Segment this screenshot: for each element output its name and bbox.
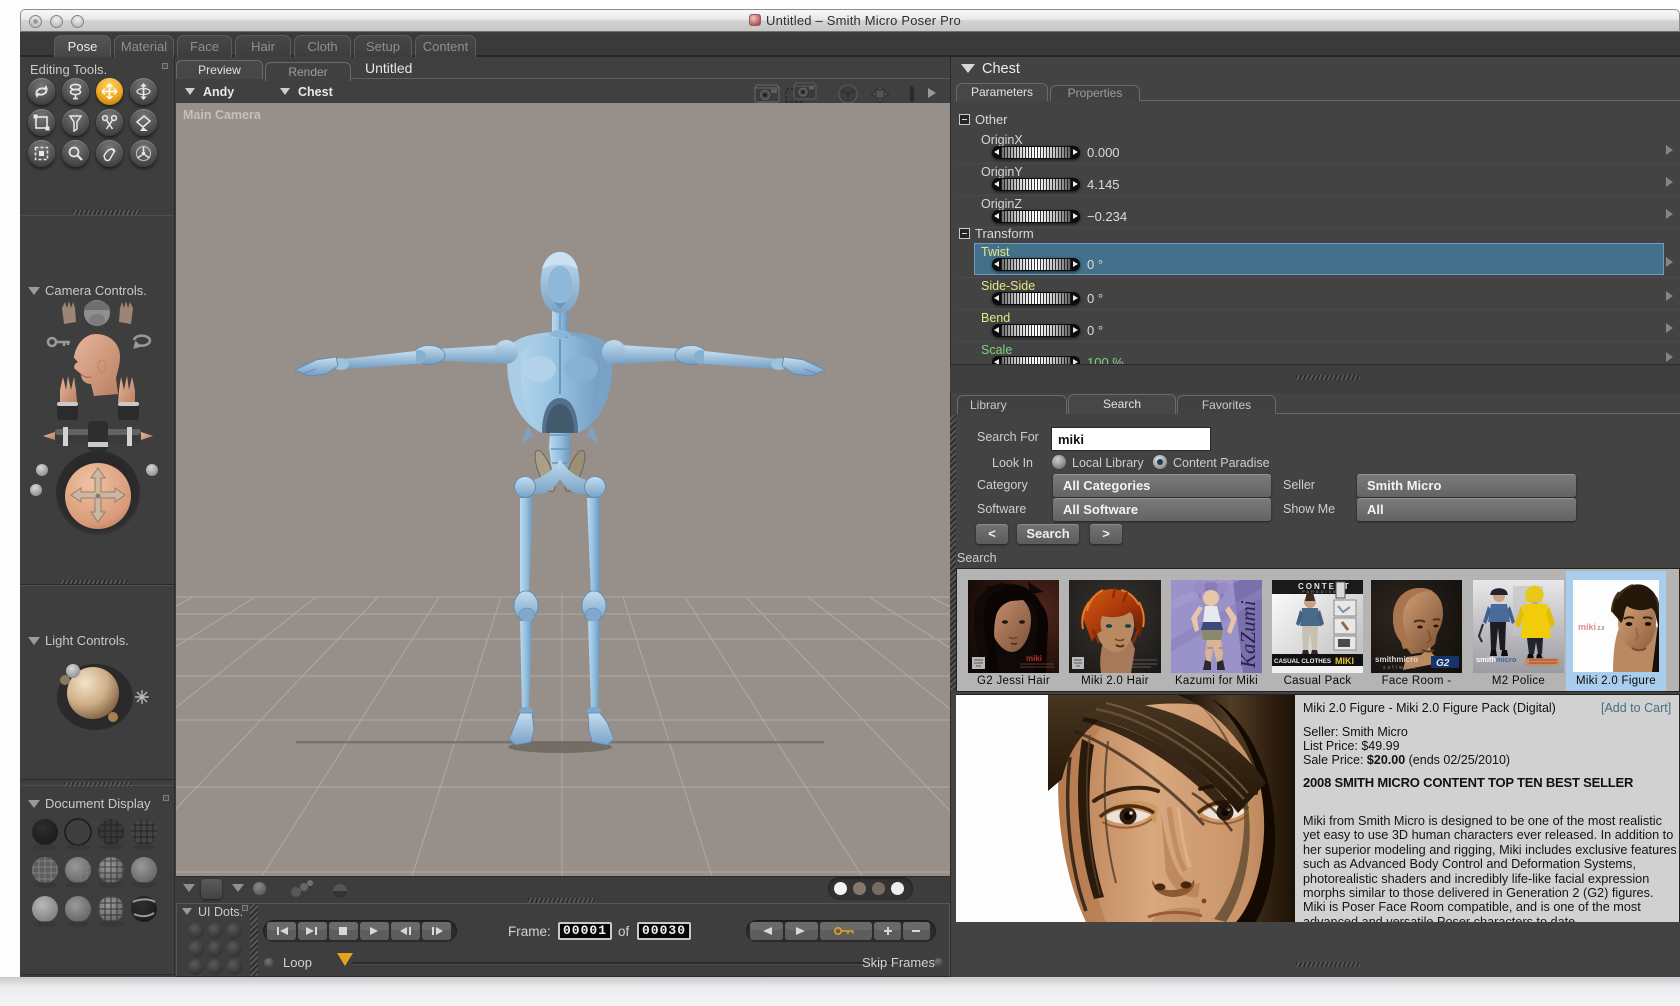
svg-text:G2: G2	[1436, 658, 1450, 669]
svg-text:smithmicro: smithmicro	[1476, 655, 1517, 664]
svg-text:KaZumi: KaZumi	[1236, 600, 1260, 669]
svg-text:smithmicro: smithmicro	[1375, 655, 1418, 664]
svg-text:software: software	[1383, 665, 1418, 671]
svg-text:PARADISE: PARADISE	[1302, 589, 1338, 594]
svg-text:MIKI: MIKI	[1335, 656, 1354, 666]
svg-text:miki: miki	[1026, 654, 1042, 663]
svg-text:CASUAL CLOTHES: CASUAL CLOTHES	[1274, 658, 1331, 665]
